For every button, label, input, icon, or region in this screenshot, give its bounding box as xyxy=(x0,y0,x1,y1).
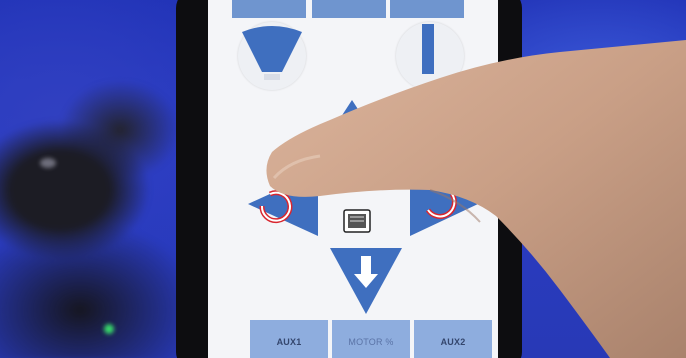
photo-scene: AUX1 MOTOR % AUX2 xyxy=(0,0,686,358)
pointing-hand xyxy=(266,40,686,358)
